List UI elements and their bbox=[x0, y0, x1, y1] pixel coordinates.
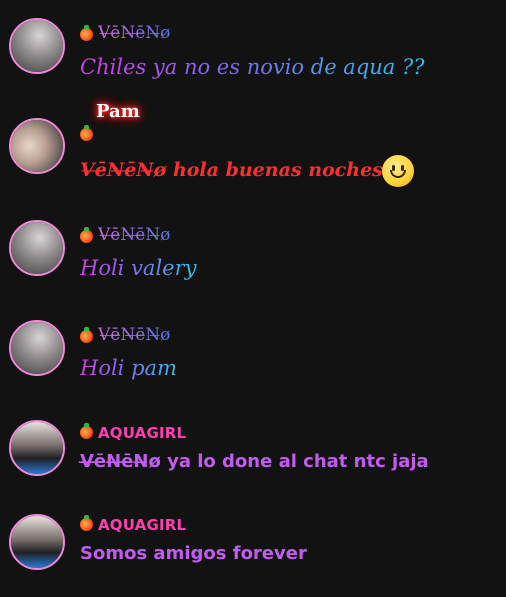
avatar[interactable] bbox=[9, 320, 65, 376]
username[interactable]: V̶ē̶N̶ē̶N̶ø bbox=[98, 23, 170, 43]
badge-icon bbox=[80, 227, 93, 243]
badge-icon bbox=[80, 515, 93, 531]
username[interactable]: V̶ē̶N̶ē̶N̶ø bbox=[98, 325, 170, 345]
avatar[interactable] bbox=[9, 220, 65, 276]
username[interactable]: AQUAGIRL bbox=[98, 516, 186, 534]
badge-icon bbox=[80, 125, 93, 141]
avatar[interactable] bbox=[9, 420, 65, 476]
message-text: Chiles ya no es novio de aqua ?? bbox=[80, 55, 425, 79]
message-text: Somos amigos forever bbox=[80, 543, 307, 564]
message-text: Holi pam bbox=[80, 356, 177, 380]
avatar[interactable] bbox=[9, 118, 65, 174]
badge-icon bbox=[80, 25, 93, 41]
message-text: Holi valery bbox=[80, 256, 197, 280]
title-label: Pam bbox=[96, 101, 140, 122]
username[interactable]: AQUAGIRL bbox=[98, 424, 186, 442]
avatar[interactable] bbox=[9, 514, 65, 570]
message-text: V̶ē̶N̶ē̶N̶ø ya lo done al chat ntc jaja bbox=[80, 451, 429, 472]
username[interactable]: V̶ē̶N̶ē̶N̶ø bbox=[98, 225, 170, 245]
badge-icon bbox=[80, 327, 93, 343]
badge-icon bbox=[80, 423, 93, 439]
avatar[interactable] bbox=[9, 18, 65, 74]
smiley-face-icon bbox=[382, 155, 414, 187]
message-text: V̶ē̶N̶ē̶N̶ø hola buenas noches!! bbox=[80, 159, 400, 181]
